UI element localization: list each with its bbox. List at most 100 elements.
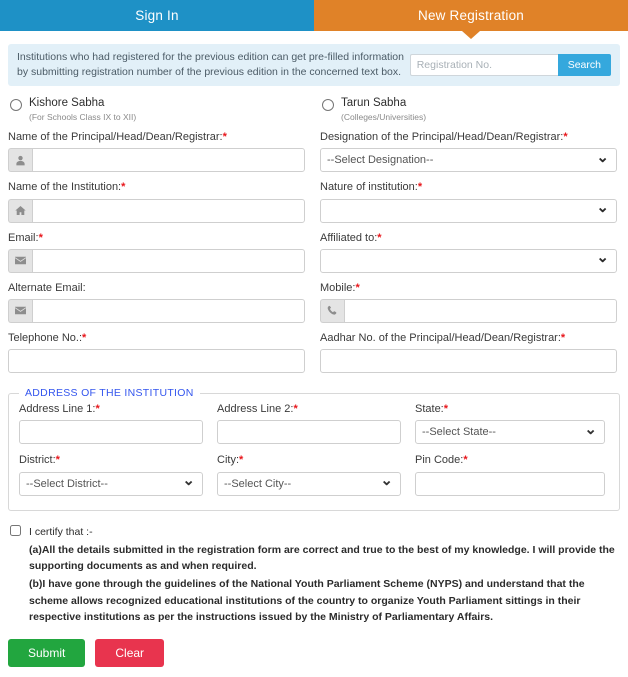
form-actions: Submit Clear [8,639,620,677]
tab-new-registration-label: New Registration [418,8,524,23]
required-marker: * [377,231,382,244]
prefill-info-banner: Institutions who had registered for the … [8,44,620,86]
pincode-input[interactable] [415,471,605,496]
certify-heading: I certify that :- [29,525,93,538]
radio-tarun-sabha-input[interactable] [322,99,334,111]
telephone-input[interactable] [8,349,305,374]
institution-name-label: Name of the Institution:* [8,181,126,194]
address-row-1: Address Line 1:* Address Line 2:* State:… [19,403,609,445]
state-select[interactable]: --Select State-- [415,420,605,445]
field-principal-name: Name of the Principal/Head/Dean/Registra… [8,122,314,173]
affiliated-label: Affiliated to:* [320,231,382,244]
required-marker: * [463,454,468,467]
tab-sign-in[interactable]: Sign In [0,0,314,31]
field-telephone: Telephone No.:* [8,323,314,374]
alternate-email-input[interactable] [32,298,305,323]
user-icon [8,148,32,173]
field-institution-name: Name of the Institution:* [8,172,314,223]
telephone-label: Telephone No.:* [8,331,87,344]
required-marker: * [443,403,449,416]
envelope-icon [8,298,32,323]
field-district: District:* --Select District-- ⌄ [19,454,217,496]
field-mobile: Mobile:* [314,273,620,323]
required-marker: * [355,281,360,294]
phone-icon [320,298,344,323]
tab-new-registration[interactable]: New Registration [314,0,628,39]
pincode-label: Pin Code:* [415,454,468,467]
form-row-3: Email:* Affiliated to:* ⌄ [8,223,620,273]
city-label: City:* [217,454,244,467]
principal-name-input[interactable] [32,148,305,173]
address-line-1-label: Address Line 1:* [19,403,100,416]
radio-tarun-sabha-label: Tarun Sabha [341,97,407,109]
field-city: City:* --Select City-- ⌄ [217,454,415,496]
search-button[interactable]: Search [557,54,611,76]
prefill-info-text: Institutions who had registered for the … [17,50,404,78]
field-designation: Designation of the Principal/Head/Dean/R… [314,122,620,173]
alternate-email-label: Alternate Email: [8,281,86,294]
home-icon [8,198,32,223]
required-marker: * [563,131,568,144]
designation-select[interactable]: --Select Designation-- [320,148,617,173]
required-marker: * [82,331,87,344]
radio-tarun-sabha-sublabel: (Colleges/Universities) [341,112,427,123]
field-pincode: Pin Code:* [415,454,605,496]
radio-kishore-sabha-input[interactable] [10,99,22,111]
submit-button[interactable]: Submit [8,639,86,668]
required-marker: * [239,454,244,467]
form-row-4: Alternate Email: Mobile:* [8,273,620,323]
certify-checkbox[interactable] [10,524,21,536]
nature-label: Nature of institution:* [320,181,423,194]
city-select[interactable]: --Select City-- [217,471,401,496]
required-marker: * [95,403,100,416]
email-label: Email:* [8,231,43,244]
field-address-line-1: Address Line 1:* [19,403,217,445]
mobile-label: Mobile:* [320,281,360,294]
mobile-input[interactable] [344,298,617,323]
required-marker: * [121,181,126,194]
form-row-5: Telephone No.:* Aadhar No. of the Princi… [8,323,620,374]
radio-kishore-sabha-sublabel: (For Schools Class IX to XII) [29,112,137,123]
auth-tabs: Sign In New Registration [0,0,628,39]
designation-label: Designation of the Principal/Head/Dean/R… [320,131,568,144]
required-marker: * [222,131,227,144]
active-tab-caret-icon [462,31,480,39]
address-fieldset: ADDRESS OF THE INSTITUTION Address Line … [8,387,620,511]
aadhar-input[interactable] [320,349,617,374]
nature-select[interactable] [320,198,617,223]
required-marker: * [55,454,60,467]
address-row-2: District:* --Select District-- ⌄ City:* … [19,454,609,496]
institution-name-input[interactable] [32,198,305,223]
district-select[interactable]: --Select District-- [19,471,203,496]
field-nature-of-institution: Nature of institution:* ⌄ [314,172,620,223]
form-row-2: Name of the Institution:* Nature of inst… [8,172,620,223]
required-marker: * [560,331,566,344]
field-affiliated-to: Affiliated to:* ⌄ [314,223,620,273]
tab-sign-in-label: Sign In [135,8,179,23]
address-line-2-label: Address Line 2:* [217,403,298,416]
registration-no-input[interactable] [409,54,558,76]
required-marker: * [38,231,43,244]
field-alternate-email: Alternate Email: [8,273,314,323]
email-input[interactable] [32,248,305,273]
required-marker: * [417,181,423,194]
registration-form: Institutions who had registered for the … [0,44,628,677]
address-legend: ADDRESS OF THE INSTITUTION [25,387,194,400]
field-aadhar: Aadhar No. of the Principal/Head/Dean/Re… [314,323,620,374]
field-state: State:* --Select State-- ⌄ [415,403,605,445]
form-row-1: Name of the Principal/Head/Dean/Registra… [8,122,620,173]
district-label: District:* [19,454,60,467]
address-line-1-input[interactable] [19,420,203,445]
affiliated-select[interactable] [320,248,617,273]
radio-tarun-sabha[interactable]: Tarun Sabha (Colleges/Universities) [314,97,620,122]
certify-point-b: (b)I have gone through the guidelines of… [29,578,585,623]
envelope-icon [8,248,32,273]
radio-kishore-sabha[interactable]: Kishore Sabha (For Schools Class IX to X… [8,97,314,122]
aadhar-label: Aadhar No. of the Principal/Head/Dean/Re… [320,331,566,344]
principal-name-label: Name of the Principal/Head/Dean/Registra… [8,131,227,144]
address-line-2-input[interactable] [217,420,401,445]
registration-search-group: Search [409,54,611,76]
clear-button[interactable]: Clear [95,639,165,668]
radio-kishore-sabha-label: Kishore Sabha [29,97,105,109]
required-marker: * [293,403,298,416]
